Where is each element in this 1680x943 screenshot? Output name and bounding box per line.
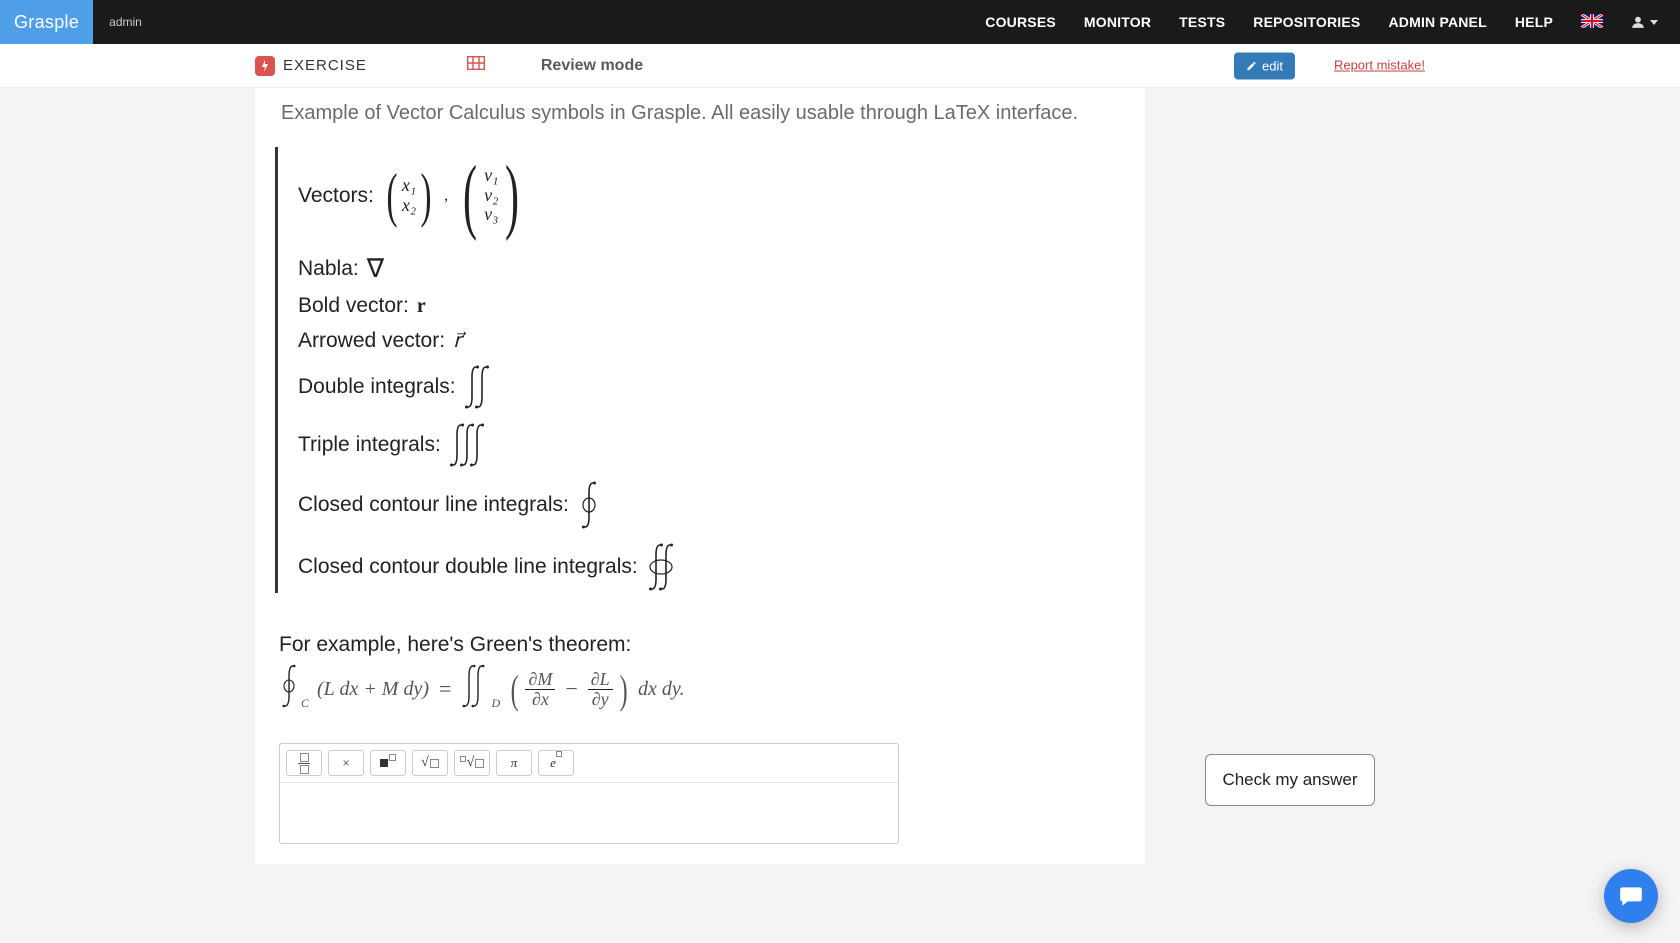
content-panel: Example of Vector Calculus symbols in Gr…: [255, 88, 1145, 864]
line-closed-contour: Closed contour line integrals:: [298, 479, 1125, 531]
greens-oint-symbol: [279, 663, 301, 715]
bold-vector-symbol: r: [417, 295, 426, 318]
greens-equation: C (L dx + M dy) = D ( ∂M ∂x −: [275, 663, 1125, 715]
nabla-label: Nabla:: [298, 257, 359, 281]
nav-link-tests[interactable]: TESTS: [1179, 14, 1225, 30]
toolbar-nthroot-button[interactable]: √: [454, 750, 490, 776]
review-mode-label: Review mode: [541, 57, 643, 75]
greens-frac-1: ∂M ∂x: [525, 670, 555, 709]
nav-link-help[interactable]: HELP: [1515, 14, 1553, 30]
nav-link-courses[interactable]: COURSES: [985, 14, 1056, 30]
closed-double-contour-symbol: [646, 541, 684, 593]
pencil-icon: [1246, 60, 1257, 71]
edit-button[interactable]: edit: [1234, 52, 1295, 79]
nav-link-admin-panel[interactable]: ADMIN PANEL: [1388, 14, 1486, 30]
subbar: EXERCISE Review mode edit Report mistake…: [0, 44, 1680, 88]
math-block: Vectors: ( x₁ x₂ ) , ( v₁ v₂ v₃: [275, 147, 1125, 593]
chat-bubble-button[interactable]: [1604, 869, 1658, 923]
greens-oint-sub: C: [301, 696, 309, 711]
triple-int-label: Triple integrals:: [298, 433, 441, 457]
check-answer-button[interactable]: Check my answer: [1205, 754, 1375, 806]
greens-intro: For example, here's Green's theorem:: [275, 633, 1125, 657]
vectors-label: Vectors:: [298, 184, 374, 208]
greens-tail: dx dy.: [638, 678, 685, 701]
exercise-icon: [255, 56, 275, 76]
toolbar-sqrt-button[interactable]: √: [412, 750, 448, 776]
greens-iint-sub: D: [491, 696, 500, 711]
navbar-left: Grasple admin: [0, 0, 142, 44]
arrowed-vector-label: Arrowed vector:: [298, 329, 445, 353]
toolbar-pi-button[interactable]: π: [496, 750, 532, 776]
navbar-right: COURSES MONITOR TESTS REPOSITORIES ADMIN…: [985, 0, 1680, 44]
greens-frac-2: ∂L ∂y: [588, 670, 613, 709]
closed-contour-label: Closed contour line integrals:: [298, 493, 569, 517]
brand-logo[interactable]: Grasple: [0, 0, 93, 44]
nabla-symbol: ∇: [367, 254, 384, 284]
answer-input[interactable]: [280, 783, 898, 843]
closed-double-contour-label: Closed contour double line integrals:: [298, 555, 638, 579]
vector-2d: ( x₁ x₂ ): [382, 161, 436, 230]
greens-iint-symbol: [461, 663, 491, 715]
toolbar-times-button[interactable]: ×: [328, 750, 364, 776]
caret-down-icon: [1650, 20, 1658, 25]
line-triple-integral: Triple integrals:: [298, 421, 1125, 469]
chat-icon: [1618, 883, 1644, 909]
nav-link-monitor[interactable]: MONITOR: [1084, 14, 1151, 30]
nav-link-repositories[interactable]: REPOSITORIES: [1253, 14, 1360, 30]
toolbar-fraction-button[interactable]: [286, 750, 322, 776]
triple-integral-symbol: [449, 421, 495, 469]
top-navbar: Grasple admin COURSES MONITOR TESTS REPO…: [0, 0, 1680, 44]
line-closed-double-contour: Closed contour double line integrals:: [298, 541, 1125, 593]
double-integral-symbol: [464, 363, 500, 411]
toolbar-epower-button[interactable]: e: [538, 750, 574, 776]
grid-icon[interactable]: [417, 56, 485, 75]
report-mistake-link[interactable]: Report mistake!: [1334, 58, 1425, 73]
toolbar-power-button[interactable]: [370, 750, 406, 776]
answer-box: × √ √ π e: [279, 743, 899, 844]
closed-contour-symbol: [577, 479, 603, 531]
line-bold-vector: Bold vector: r: [298, 294, 1125, 318]
language-flag-icon[interactable]: [1581, 14, 1603, 31]
greens-minus: −: [565, 676, 577, 702]
line-vectors: Vectors: ( x₁ x₂ ) , ( v₁ v₂ v₃: [298, 147, 1125, 244]
answer-area: × √ √ π e: [275, 743, 1125, 844]
greens-lhs-inner: (L dx + M dy): [317, 678, 429, 701]
page: Example of Vector Calculus symbols in Gr…: [255, 88, 1425, 864]
line-nabla: Nabla: ∇: [298, 254, 1125, 284]
line-arrowed-vector: Arrowed vector: r⃗: [298, 328, 1125, 353]
exercise-label: EXERCISE: [283, 57, 367, 74]
vector-3d: ( v₁ v₂ v₃ ): [456, 147, 526, 244]
bold-vector-label: Bold vector:: [298, 294, 409, 318]
edit-button-label: edit: [1262, 58, 1283, 73]
math-toolbar: × √ √ π e: [280, 744, 898, 783]
admin-label[interactable]: admin: [109, 15, 142, 29]
double-int-label: Double integrals:: [298, 375, 456, 399]
intro-text: Example of Vector Calculus symbols in Gr…: [275, 88, 1125, 137]
line-double-integral: Double integrals:: [298, 363, 1125, 411]
arrowed-vector-symbol: r⃗: [453, 328, 461, 353]
vectors-comma: ,: [444, 187, 448, 205]
user-icon: [1631, 15, 1645, 29]
user-menu[interactable]: [1631, 15, 1658, 29]
greens-equals: =: [439, 676, 451, 702]
